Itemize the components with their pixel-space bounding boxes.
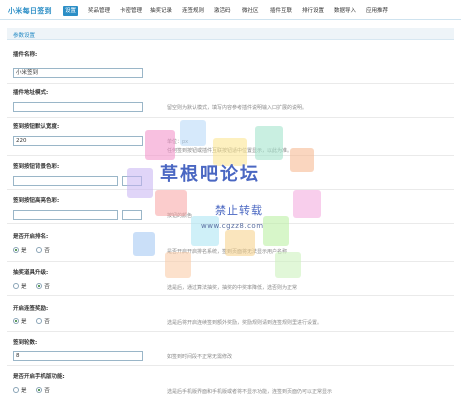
plugin-name-input[interactable]: 小米签到	[13, 68, 143, 78]
show-rank-options: 是 否	[13, 246, 58, 254]
lottery-label: 抽奖道具升级:	[13, 270, 49, 276]
sign-days-hint: 如签到时间段不正常无需修改	[167, 354, 233, 360]
field-row-url-mode: 插件地址模式: 留空则为默认模式，填写内容参考插件说明输入口扩展的说明。	[7, 84, 454, 118]
tab-data-import[interactable]: 数据导入	[332, 6, 358, 16]
bg-color-input[interactable]	[13, 176, 118, 186]
field-row-sign-days: 签到轮数: 8 如签到时间段不正常无需修改	[7, 332, 454, 366]
field-row-continuous-reward: 开启连签奖励: 是 否 选是后将开启连续签到额外奖励，奖励规则请到连签规则里进行…	[7, 296, 454, 332]
radio-icon[interactable]	[36, 247, 43, 253]
mobile-sign-yes[interactable]: 是	[13, 386, 27, 394]
mobile-sign-hint: 选是后手机版界面和手机版或者将不显示功能，连签到页面仍可以正常显示	[167, 389, 333, 395]
continuous-reward-options: 是 否	[13, 317, 58, 325]
radio-icon[interactable]	[13, 318, 19, 324]
tab-activation-code[interactable]: 激活码	[212, 6, 233, 16]
continuous-reward-yes[interactable]: 是	[13, 317, 27, 325]
top-nav: 小米每日签到 设置 奖品管理 卡密管理 抽奖记录 连签规则 激活码 微社区 插件…	[0, 0, 461, 20]
tab-streak-rules[interactable]: 连签规则	[180, 6, 206, 16]
field-row-mobile-sign: 是否开启手机版功能: 是 否 选是后手机版界面和手机版或者将不显示功能，连签到页…	[7, 366, 454, 400]
sign-days-input[interactable]: 8	[13, 351, 143, 361]
continuous-reward-no[interactable]: 否	[36, 317, 50, 325]
lottery-options: 是 否	[13, 282, 58, 290]
button-width-label: 签到按钮默认宽度:	[13, 124, 60, 130]
watermark-url: www.cgzz8.com	[201, 222, 264, 230]
radio-icon[interactable]	[13, 387, 19, 393]
tab-prize-manage[interactable]: 奖品管理	[86, 6, 112, 16]
sign-days-label: 签到轮数:	[13, 340, 38, 346]
tab-rank-settings[interactable]: 排行设置	[300, 6, 326, 16]
plugin-name-label: 插件名称:	[13, 52, 38, 58]
tab-app-recommend[interactable]: 应用推荐	[364, 6, 390, 16]
tab-lottery-records[interactable]: 抽奖记录	[148, 6, 174, 16]
watermark-subtitle: 禁止转载	[215, 204, 263, 217]
hl-color-label: 签到按钮高亮色彩:	[13, 198, 60, 204]
radio-icon[interactable]	[13, 247, 19, 253]
field-row-plugin-name: 插件名称: 小米签到	[7, 44, 454, 84]
mobile-sign-no[interactable]: 否	[36, 386, 50, 394]
url-mode-label: 插件地址模式:	[13, 90, 49, 96]
url-mode-input[interactable]	[13, 102, 143, 112]
radio-icon[interactable]	[36, 318, 43, 324]
radio-icon[interactable]	[36, 283, 43, 289]
hl-color-input[interactable]	[13, 210, 118, 220]
show-rank-label: 是否开启排名:	[13, 234, 49, 240]
button-width-input[interactable]: 220	[13, 136, 143, 146]
mobile-sign-label: 是否开启手机版功能:	[13, 374, 65, 380]
lottery-yes[interactable]: 是	[13, 282, 27, 290]
tab-card-manage[interactable]: 卡密管理	[118, 6, 144, 16]
tab-settings[interactable]: 设置	[63, 6, 79, 16]
mobile-sign-options: 是 否	[13, 386, 58, 394]
section-title: 参数设置	[13, 33, 36, 39]
show-rank-yes[interactable]: 是	[13, 246, 27, 254]
show-rank-no[interactable]: 否	[36, 246, 50, 254]
section-header: 参数设置	[7, 28, 454, 40]
lottery-no[interactable]: 否	[36, 282, 50, 290]
watermark-title: 草根吧论坛	[160, 164, 260, 185]
radio-icon[interactable]	[13, 283, 19, 289]
url-mode-hint: 留空则为默认模式，填写内容参考插件说明输入口扩展的说明。	[167, 105, 308, 111]
tab-community[interactable]: 微社区	[240, 6, 261, 16]
tab-plugin-link[interactable]: 插件互联	[268, 6, 294, 16]
plugin-title: 小米每日签到	[8, 7, 52, 15]
continuous-reward-hint: 选是后将开启连续签到额外奖励，奖励规则请到连签规则里进行设置。	[167, 320, 323, 326]
continuous-reward-label: 开启连签奖励:	[13, 306, 49, 312]
bg-color-label: 签到按钮背景色彩:	[13, 164, 60, 170]
radio-icon[interactable]	[36, 387, 43, 393]
